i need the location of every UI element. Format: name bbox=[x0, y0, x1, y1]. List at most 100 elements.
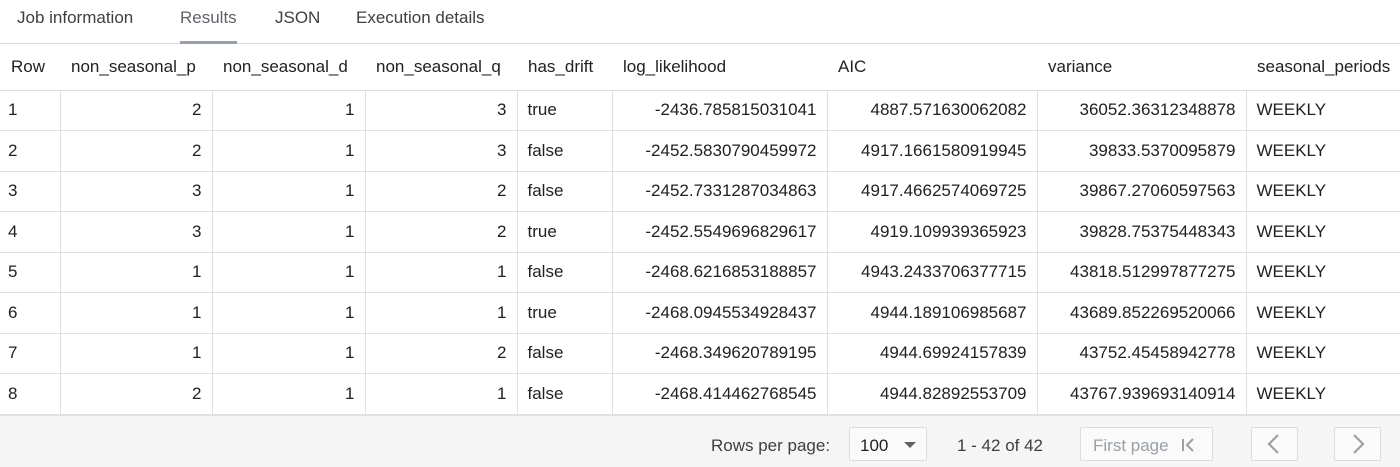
cell-non-seasonal-q: 1 bbox=[365, 373, 518, 415]
chevron-left-icon bbox=[1267, 434, 1279, 454]
previous-page-button[interactable] bbox=[1251, 427, 1298, 461]
cell-aic: 4917.1661580919945 bbox=[827, 130, 1038, 172]
cell-variance: 43689.852269520066 bbox=[1037, 292, 1247, 334]
cell-log-likelihood: -2468.414462768545 bbox=[612, 373, 828, 415]
rows-per-page-label: Rows per page: bbox=[711, 436, 831, 455]
cell-variance: 39828.75375448343 bbox=[1037, 211, 1247, 253]
table-row: 2 2 1 3 false -2452.5830790459972 4917.1… bbox=[0, 130, 1400, 172]
cell-non-seasonal-p: 3 bbox=[60, 171, 213, 212]
column-header-variance: variance bbox=[1037, 44, 1246, 91]
cell-non-seasonal-q: 1 bbox=[365, 292, 518, 334]
cell-non-seasonal-q: 2 bbox=[365, 171, 518, 212]
tab-job-information[interactable]: Job information bbox=[17, 8, 133, 43]
cell-row-number: 7 bbox=[0, 333, 61, 374]
results-table: Row non_seasonal_p non_seasonal_d non_se… bbox=[0, 44, 1400, 415]
cell-row-number: 2 bbox=[0, 130, 61, 172]
cell-aic: 4944.69924157839 bbox=[827, 333, 1038, 374]
cell-non-seasonal-p: 1 bbox=[60, 252, 213, 293]
cell-row-number: 8 bbox=[0, 373, 61, 415]
cell-aic: 4944.82892553709 bbox=[827, 373, 1038, 415]
table-header-row: Row non_seasonal_p non_seasonal_d non_se… bbox=[0, 44, 1400, 91]
table-row: 7 1 1 2 false -2468.349620789195 4944.69… bbox=[0, 333, 1400, 374]
column-header-has-drift: has_drift bbox=[517, 44, 612, 91]
cell-has-drift: false bbox=[517, 130, 613, 172]
cell-seasonal-periods: WEEKLY bbox=[1246, 252, 1400, 293]
cell-seasonal-periods: WEEKLY bbox=[1246, 90, 1400, 131]
column-header-non-seasonal-d: non_seasonal_d bbox=[212, 44, 365, 91]
table-row: 6 1 1 1 true -2468.0945534928437 4944.18… bbox=[0, 292, 1400, 334]
cell-non-seasonal-d: 1 bbox=[212, 90, 366, 131]
cell-row-number: 6 bbox=[0, 292, 61, 334]
cell-non-seasonal-p: 2 bbox=[60, 130, 213, 172]
cell-log-likelihood: -2452.5549696829617 bbox=[612, 211, 828, 253]
column-header-non-seasonal-q: non_seasonal_q bbox=[365, 44, 517, 91]
cell-has-drift: true bbox=[517, 211, 613, 253]
tab-execution-details[interactable]: Execution details bbox=[356, 8, 485, 43]
chevron-right-icon bbox=[1353, 434, 1365, 454]
cell-seasonal-periods: WEEKLY bbox=[1246, 292, 1400, 334]
cell-variance: 43818.512997877275 bbox=[1037, 252, 1247, 293]
cell-non-seasonal-d: 1 bbox=[212, 130, 366, 172]
rows-per-page-value: 100 bbox=[860, 436, 889, 455]
table-row: 1 2 1 3 true -2436.785815031041 4887.571… bbox=[0, 90, 1400, 131]
cell-has-drift: false bbox=[517, 333, 613, 374]
cell-non-seasonal-p: 1 bbox=[60, 333, 213, 374]
tab-json[interactable]: JSON bbox=[275, 8, 320, 43]
cell-variance: 39867.27060597563 bbox=[1037, 171, 1247, 212]
cell-log-likelihood: -2436.785815031041 bbox=[612, 90, 828, 131]
cell-log-likelihood: -2468.0945534928437 bbox=[612, 292, 828, 334]
column-header-row: Row bbox=[0, 44, 60, 91]
pagination-bar: Rows per page: 100 1 - 42 of 42 First pa… bbox=[0, 415, 1400, 467]
cell-aic: 4943.2433706377715 bbox=[827, 252, 1038, 293]
cell-non-seasonal-d: 1 bbox=[212, 211, 366, 253]
cell-non-seasonal-q: 3 bbox=[365, 90, 518, 131]
cell-non-seasonal-d: 1 bbox=[212, 373, 366, 415]
first-page-label: First page bbox=[1093, 436, 1169, 455]
cell-log-likelihood: -2468.6216853188857 bbox=[612, 252, 828, 293]
cell-non-seasonal-q: 1 bbox=[365, 252, 518, 293]
cell-non-seasonal-q: 2 bbox=[365, 211, 518, 253]
table-row: 4 3 1 2 true -2452.5549696829617 4919.10… bbox=[0, 211, 1400, 253]
cell-non-seasonal-d: 1 bbox=[212, 333, 366, 374]
cell-aic: 4917.4662574069725 bbox=[827, 171, 1038, 212]
table-row: 8 2 1 1 false -2468.414462768545 4944.82… bbox=[0, 373, 1400, 415]
cell-has-drift: true bbox=[517, 292, 613, 334]
cell-has-drift: false bbox=[517, 252, 613, 293]
results-tab-bar: Job information Results JSON Execution d… bbox=[0, 0, 1400, 44]
table-row: 3 3 1 2 false -2452.7331287034863 4917.4… bbox=[0, 171, 1400, 212]
cell-non-seasonal-q: 3 bbox=[365, 130, 518, 172]
next-page-button[interactable] bbox=[1334, 427, 1381, 461]
cell-row-number: 4 bbox=[0, 211, 61, 253]
cell-non-seasonal-d: 1 bbox=[212, 171, 366, 212]
column-header-non-seasonal-p: non_seasonal_p bbox=[60, 44, 212, 91]
cell-variance: 39833.5370095879 bbox=[1037, 130, 1247, 172]
cell-variance: 43752.45458942778 bbox=[1037, 333, 1247, 374]
table-row: 5 1 1 1 false -2468.6216853188857 4943.2… bbox=[0, 252, 1400, 293]
cell-variance: 36052.36312348878 bbox=[1037, 90, 1247, 131]
first-page-icon bbox=[1182, 438, 1194, 452]
cell-aic: 4919.109939365923 bbox=[827, 211, 1038, 253]
cell-seasonal-periods: WEEKLY bbox=[1246, 130, 1400, 172]
cell-seasonal-periods: WEEKLY bbox=[1246, 333, 1400, 374]
cell-seasonal-periods: WEEKLY bbox=[1246, 171, 1400, 212]
cell-non-seasonal-d: 1 bbox=[212, 292, 366, 334]
cell-row-number: 3 bbox=[0, 171, 61, 212]
column-header-aic: AIC bbox=[827, 44, 1037, 91]
cell-log-likelihood: -2452.7331287034863 bbox=[612, 171, 828, 212]
cell-row-number: 5 bbox=[0, 252, 61, 293]
cell-has-drift: true bbox=[517, 90, 613, 131]
first-page-button[interactable]: First page bbox=[1080, 427, 1213, 461]
rows-per-page-select[interactable]: 100 bbox=[849, 427, 927, 461]
tab-results[interactable]: Results bbox=[180, 8, 237, 44]
cell-non-seasonal-q: 2 bbox=[365, 333, 518, 374]
cell-seasonal-periods: WEEKLY bbox=[1246, 373, 1400, 415]
cell-has-drift: false bbox=[517, 171, 613, 212]
cell-aic: 4887.571630062082 bbox=[827, 90, 1038, 131]
cell-non-seasonal-p: 2 bbox=[60, 373, 213, 415]
cell-seasonal-periods: WEEKLY bbox=[1246, 211, 1400, 253]
column-header-log-likelihood: log_likelihood bbox=[612, 44, 827, 91]
cell-log-likelihood: -2468.349620789195 bbox=[612, 333, 828, 374]
cell-has-drift: false bbox=[517, 373, 613, 415]
cell-non-seasonal-p: 3 bbox=[60, 211, 213, 253]
cell-aic: 4944.189106985687 bbox=[827, 292, 1038, 334]
